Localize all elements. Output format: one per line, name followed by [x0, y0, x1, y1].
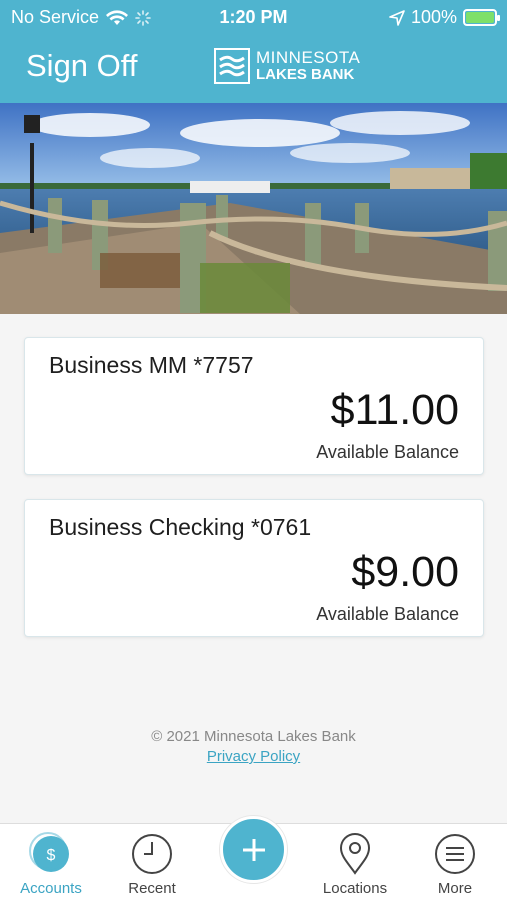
- balance-label: Available Balance: [316, 442, 459, 462]
- balance-label: Available Balance: [316, 604, 459, 624]
- plus-icon: [242, 838, 265, 861]
- privacy-policy-link[interactable]: Privacy Policy: [0, 748, 507, 765]
- battery-percent: 100%: [410, 7, 457, 27]
- location-arrow-icon: [389, 9, 405, 26]
- tab-locations[interactable]: Locations: [305, 832, 405, 897]
- account-name: Business MM *7757: [49, 352, 254, 378]
- tab-accounts[interactable]: $ Accounts: [1, 832, 101, 897]
- menu-icon: [433, 832, 477, 876]
- copyright-text: © 2021 Minnesota Lakes Bank: [151, 728, 356, 745]
- add-button[interactable]: [220, 816, 287, 883]
- battery-icon: [463, 9, 500, 26]
- sign-off-button[interactable]: Sign Off: [26, 48, 137, 84]
- account-balance: $11.00: [330, 386, 459, 434]
- account-card[interactable]: Business MM *7757 $11.00 Available Balan…: [24, 337, 484, 475]
- status-bar: No Service 1:20 PM 100%: [0, 5, 507, 29]
- tab-recent[interactable]: Recent: [102, 832, 202, 897]
- logo-line-2: LAKES BANK: [256, 66, 355, 83]
- lakes-wave-icon: [214, 48, 250, 84]
- account-card[interactable]: Business Checking *0761 $9.00 Available …: [24, 499, 484, 637]
- tab-label: Recent: [128, 880, 176, 897]
- account-name: Business Checking *0761: [49, 514, 312, 540]
- logo-line-1: MINNESOTA: [256, 48, 361, 67]
- account-balance: $9.00: [351, 548, 459, 596]
- tab-label: Locations: [322, 880, 388, 897]
- svg-text:$: $: [47, 847, 56, 864]
- bank-logo: MINNESOTA LAKES BANK: [214, 48, 360, 84]
- tab-label: Accounts: [20, 880, 82, 897]
- map-pin-icon: [333, 832, 377, 876]
- tab-more[interactable]: More: [405, 832, 505, 897]
- clock-icon: [130, 832, 174, 876]
- dollar-icon: $: [29, 832, 73, 876]
- hero-image: [0, 103, 507, 314]
- tab-label: More: [437, 880, 473, 897]
- app-header: No Service 1:20 PM 100% Sign Off MINNESO…: [0, 0, 507, 103]
